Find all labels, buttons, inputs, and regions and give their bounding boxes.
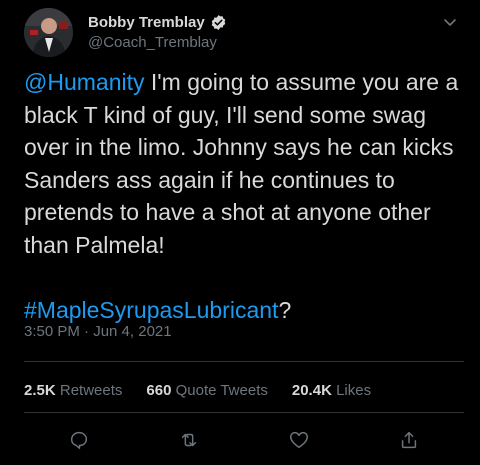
likes-label: Likes (336, 382, 372, 399)
quotes-stat[interactable]: 660 Quote Tweets (146, 382, 267, 399)
hashtag-link[interactable]: #MapleSyrupasLubricant (24, 297, 278, 323)
retweets-stat[interactable]: 2.5K Retweets (24, 382, 122, 399)
more-options-chevron-down-icon[interactable] (440, 12, 460, 32)
timestamp[interactable]: 3:50 PM · Jun 4, 2021 (24, 323, 172, 340)
action-bar (24, 425, 464, 455)
divider (24, 361, 464, 362)
retweets-count: 2.5K (24, 382, 56, 399)
retweet-icon[interactable] (177, 428, 201, 452)
verified-badge-icon (210, 14, 227, 31)
handle[interactable]: @Coach_Tremblay (88, 34, 227, 51)
engagement-stats: 2.5K Retweets 660 Quote Tweets 20.4K Lik… (24, 382, 371, 399)
share-icon[interactable] (397, 428, 421, 452)
tweet-text: @Humanity I'm going to assume you are a … (24, 66, 464, 326)
likes-stat[interactable]: 20.4K Likes (292, 382, 371, 399)
display-name-row: Bobby Tremblay (88, 14, 227, 31)
likes-count: 20.4K (291, 382, 332, 399)
tweet-header: Bobby Tremblay @Coach_Tremblay (24, 8, 464, 64)
quotes-count: 660 (146, 382, 172, 399)
like-icon[interactable] (287, 428, 311, 452)
mention-link[interactable]: @Humanity (24, 69, 145, 95)
reply-icon[interactable] (67, 428, 91, 452)
author-names: Bobby Tremblay @Coach_Tremblay (88, 14, 227, 51)
retweets-label: Retweets (59, 382, 123, 399)
tweet-trailing: ? (278, 296, 292, 323)
display-name[interactable]: Bobby Tremblay (88, 14, 205, 31)
quotes-label: Quote Tweets (175, 382, 268, 399)
tweet-body: I'm going to assume you are a black T ki… (24, 69, 459, 258)
divider (24, 412, 464, 413)
avatar[interactable] (24, 8, 73, 57)
avatar-photo (24, 8, 73, 57)
